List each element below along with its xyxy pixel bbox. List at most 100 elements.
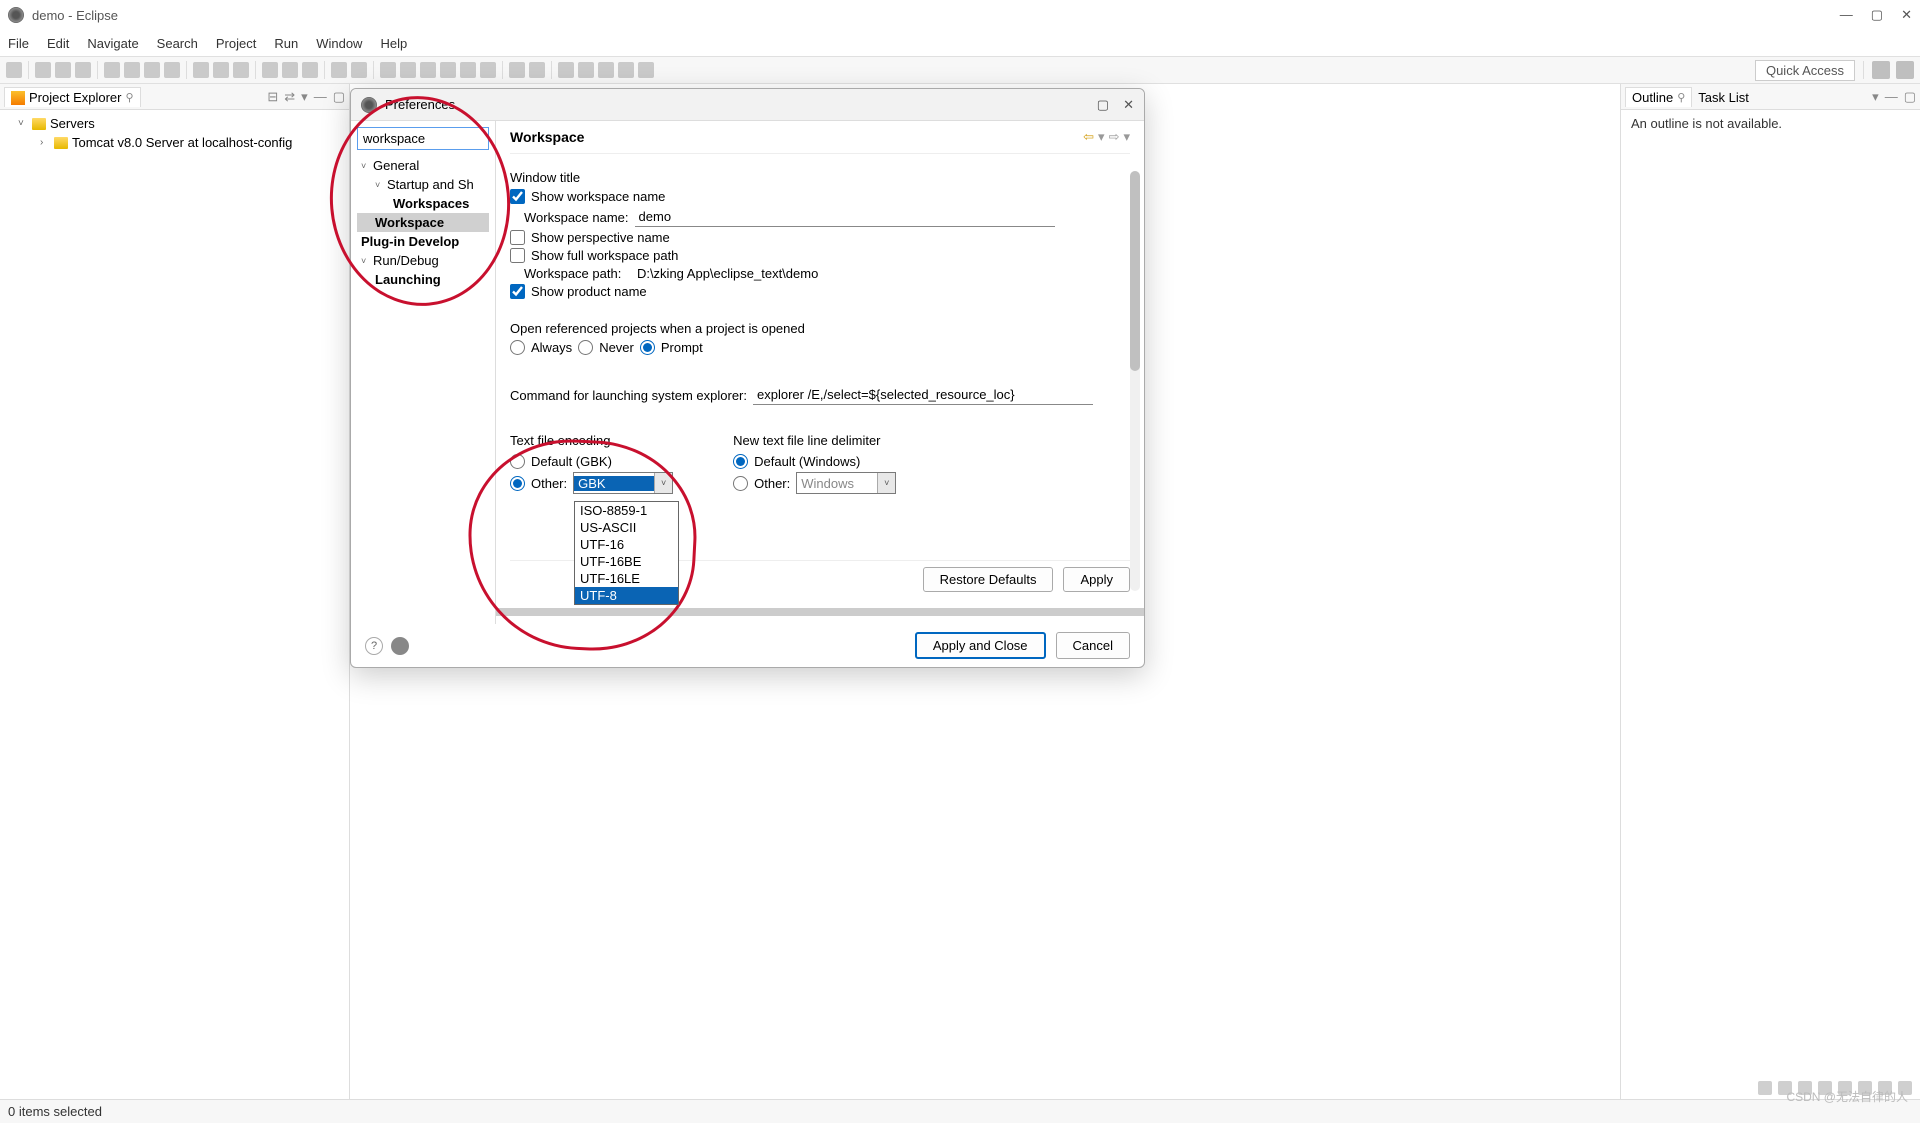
toolbar-icon[interactable] (124, 62, 140, 78)
link-editor-icon[interactable]: ⇄ (284, 89, 295, 105)
toolbar-icon[interactable] (144, 62, 160, 78)
tree-node-workspace[interactable]: Workspace (357, 213, 489, 232)
toolbar-icon[interactable] (213, 62, 229, 78)
close-button[interactable]: ✕ (1901, 7, 1912, 23)
perspective-icon[interactable] (1872, 61, 1890, 79)
encoding-combo[interactable]: GBK ˅ (573, 472, 673, 494)
tree-item-servers[interactable]: ˅ Servers (0, 114, 349, 133)
toolbar-icon[interactable] (262, 62, 278, 78)
chevron-down-icon[interactable]: ˅ (654, 473, 672, 493)
expand-icon[interactable]: ˅ (18, 118, 28, 129)
toolbar-icon[interactable] (480, 62, 496, 78)
tree-node-general[interactable]: ˅General (357, 156, 489, 175)
apply-button[interactable]: Apply (1063, 567, 1130, 592)
toolbar-icon[interactable] (75, 62, 91, 78)
show-product-checkbox[interactable] (510, 284, 525, 299)
tree-item-tomcat[interactable]: › Tomcat v8.0 Server at localhost-config (0, 133, 349, 152)
menu-window[interactable]: Window (316, 36, 362, 51)
toolbar-icon[interactable] (55, 62, 71, 78)
delim-other-radio[interactable] (733, 476, 748, 491)
toolbar-icon[interactable] (420, 62, 436, 78)
radio-never[interactable] (578, 340, 593, 355)
minimize-view-icon[interactable]: — (1885, 89, 1898, 105)
toolbar-icon[interactable] (578, 62, 594, 78)
toolbar-icon[interactable] (529, 62, 545, 78)
menu-project[interactable]: Project (216, 36, 256, 51)
toolbar-icon[interactable] (193, 62, 209, 78)
cancel-button[interactable]: Cancel (1056, 632, 1130, 659)
delim-default-radio[interactable] (733, 454, 748, 469)
menu-help[interactable]: Help (380, 36, 407, 51)
toolbar-icon[interactable] (104, 62, 120, 78)
tree-node-launching[interactable]: Launching (357, 270, 489, 289)
encoding-option[interactable]: UTF-16BE (575, 553, 678, 570)
radio-prompt[interactable] (640, 340, 655, 355)
outline-tablabel[interactable]: Outline ⚲ (1625, 87, 1692, 107)
encoding-option[interactable]: ISO-8859-1 (575, 502, 678, 519)
toolbar-icon[interactable] (282, 62, 298, 78)
encoding-option[interactable]: US-ASCII (575, 519, 678, 536)
toolbar-icon[interactable] (400, 62, 416, 78)
expand-icon[interactable]: › (40, 137, 50, 148)
tasklist-tablabel[interactable]: Task List (1692, 88, 1755, 107)
minimize-view-icon[interactable]: — (314, 89, 327, 105)
tree-node-plugindev[interactable]: Plug-in Develop (357, 232, 489, 251)
toolbar-icon[interactable] (460, 62, 476, 78)
toolbar-icon[interactable] (509, 62, 525, 78)
toolbar-icon[interactable] (380, 62, 396, 78)
toolbar-icon[interactable] (638, 62, 654, 78)
toolbar-icon[interactable] (1758, 1081, 1772, 1095)
project-explorer-tablabel[interactable]: Project Explorer ⚲ (4, 87, 141, 107)
collapse-all-icon[interactable]: ⊟ (267, 89, 278, 105)
ws-name-input[interactable] (635, 207, 1055, 227)
tree-node-workspaces[interactable]: Workspaces (357, 194, 489, 213)
nav-back-menu-icon[interactable]: ▾ (1098, 129, 1105, 145)
maximize-view-icon[interactable]: ▢ (1904, 89, 1916, 105)
chevron-down-icon[interactable]: ˅ (877, 473, 895, 493)
scrollbar[interactable] (1130, 171, 1140, 591)
encoding-option[interactable]: UTF-16 (575, 536, 678, 553)
encoding-option[interactable]: UTF-8 (575, 587, 678, 604)
dialog-maximize-button[interactable]: ▢ (1097, 97, 1109, 113)
toolbar-icon[interactable] (6, 62, 22, 78)
menu-edit[interactable]: Edit (47, 36, 69, 51)
nav-fwd-menu-icon[interactable]: ▾ (1123, 129, 1130, 145)
toolbar-icon[interactable] (302, 62, 318, 78)
toolbar-icon[interactable] (233, 62, 249, 78)
view-menu-icon[interactable]: ▾ (1872, 89, 1879, 105)
tree-node-rundebug[interactable]: ˅Run/Debug (357, 251, 489, 270)
minimize-button[interactable]: — (1840, 7, 1853, 23)
menu-run[interactable]: Run (274, 36, 298, 51)
toolbar-icon[interactable] (164, 62, 180, 78)
show-full-path-checkbox[interactable] (510, 248, 525, 263)
help-icon[interactable]: ? (365, 637, 383, 655)
enc-default-radio[interactable] (510, 454, 525, 469)
show-ws-name-checkbox[interactable] (510, 189, 525, 204)
enc-other-radio[interactable] (510, 476, 525, 491)
apply-and-close-button[interactable]: Apply and Close (915, 632, 1046, 659)
quick-access[interactable]: Quick Access (1755, 60, 1855, 81)
encoding-option[interactable]: UTF-16LE (575, 570, 678, 587)
toolbar-icon[interactable] (598, 62, 614, 78)
nav-back-icon[interactable]: ⇦ (1083, 129, 1094, 145)
menu-navigate[interactable]: Navigate (87, 36, 138, 51)
maximize-view-icon[interactable]: ▢ (333, 89, 345, 105)
tree-node-startup[interactable]: ˅Startup and Sh (357, 175, 489, 194)
cmd-explorer-input[interactable] (753, 385, 1093, 405)
nav-fwd-icon[interactable]: ⇨ (1109, 129, 1120, 145)
dialog-close-button[interactable]: ✕ (1123, 97, 1134, 113)
view-menu-icon[interactable]: ▾ (301, 89, 308, 105)
maximize-button[interactable]: ▢ (1871, 7, 1883, 23)
preferences-filter-input[interactable] (357, 127, 489, 150)
toolbar-icon[interactable] (331, 62, 347, 78)
menu-file[interactable]: File (8, 36, 29, 51)
toolbar-icon[interactable] (618, 62, 634, 78)
toolbar-icon[interactable] (558, 62, 574, 78)
radio-always[interactable] (510, 340, 525, 355)
toolbar-icon[interactable] (351, 62, 367, 78)
delimiter-combo[interactable]: Windows ˅ (796, 472, 896, 494)
show-perspective-checkbox[interactable] (510, 230, 525, 245)
menu-search[interactable]: Search (157, 36, 198, 51)
restore-defaults-button[interactable]: Restore Defaults (923, 567, 1054, 592)
toolbar-icon[interactable] (440, 62, 456, 78)
